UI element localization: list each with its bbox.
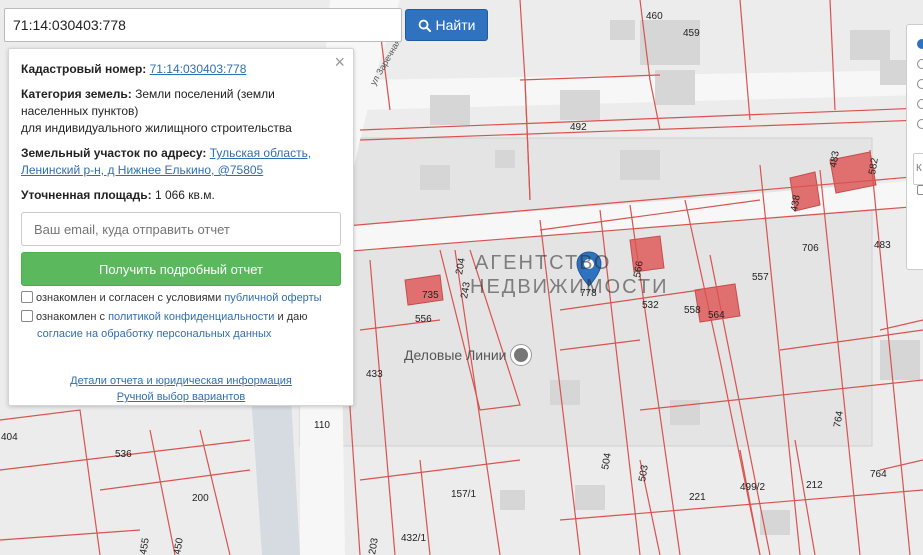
- find-button[interactable]: Найти: [405, 9, 488, 41]
- consent2-mid: и даю: [277, 311, 308, 323]
- get-report-button[interactable]: Получить подробный отчет: [21, 252, 341, 286]
- personal-data-link[interactable]: согласие на обработку персональных данны…: [37, 328, 271, 340]
- plot-number: 459: [683, 28, 700, 39]
- category-label: Категория земель:: [21, 87, 132, 101]
- offer-link[interactable]: публичной оферты: [224, 292, 321, 304]
- layer-filter-input[interactable]: К: [913, 153, 923, 185]
- search-icon: [418, 19, 431, 32]
- layer-radio[interactable]: [917, 79, 923, 89]
- plot-number: 556: [415, 314, 432, 325]
- details-link[interactable]: Детали отчета и юридическая информация: [70, 373, 292, 389]
- category-value-2: населенных пунктов): [21, 104, 139, 118]
- plot-number: 532: [642, 300, 659, 311]
- consent1-text: ознакомлен и согласен с условиями: [36, 292, 222, 304]
- layer-radio[interactable]: [917, 99, 923, 109]
- cadastral-label: Кадастровый номер:: [21, 62, 147, 76]
- plot-number: 404: [1, 432, 18, 443]
- plot-number: 483: [874, 240, 891, 251]
- category-value-3: для индивидуального жилищного строительс…: [21, 121, 292, 135]
- plot-number: 564: [708, 310, 725, 321]
- plot-number: 432/1: [401, 533, 426, 544]
- plot-number: 735: [422, 290, 439, 301]
- poi-icon[interactable]: [511, 345, 531, 365]
- address-link-2[interactable]: Ленинский р-н, д Нижнее Елькино, @75805: [21, 163, 263, 177]
- address-link-1[interactable]: Тульская область,: [210, 146, 311, 160]
- map-marker-icon[interactable]: [576, 251, 602, 287]
- parcel-info-panel: × Кадастровый номер: 71:14:030403:778 Ка…: [8, 48, 354, 406]
- address-label: Земельный участок по адресу:: [21, 146, 207, 160]
- plot-number: 433: [366, 369, 383, 380]
- plot-number: 157/1: [451, 489, 476, 500]
- category-value-1: Земли поселений (земли: [135, 87, 275, 101]
- email-field[interactable]: [21, 212, 341, 246]
- layer-checkbox[interactable]: [917, 185, 923, 195]
- plot-number: 558: [684, 305, 701, 316]
- plot-number: 764: [870, 469, 887, 480]
- offer-checkbox[interactable]: [21, 291, 33, 303]
- privacy-checkbox[interactable]: [21, 310, 33, 322]
- plot-number: 557: [752, 272, 769, 283]
- consent2-text: ознакомлен с: [36, 311, 106, 323]
- layer-radio[interactable]: [917, 59, 923, 69]
- layer-radio[interactable]: [917, 39, 923, 49]
- cadastral-number-link[interactable]: 71:14:030403:778: [150, 62, 247, 76]
- plot-number: 492: [570, 122, 587, 133]
- plot-number: 212: [806, 480, 823, 491]
- find-button-label: Найти: [435, 17, 476, 33]
- layer-radio[interactable]: [917, 119, 923, 129]
- area-label: Уточненная площадь:: [21, 188, 152, 202]
- plot-number: 536: [115, 449, 132, 460]
- layer-selector-panel: К: [906, 24, 923, 270]
- plot-number: 499/2: [740, 482, 765, 493]
- plot-number: 706: [802, 243, 819, 254]
- plot-number: 221: [689, 492, 706, 503]
- privacy-link[interactable]: политикой конфиденциальности: [108, 311, 274, 323]
- manual-selection-link[interactable]: Ручной выбор вариантов: [117, 389, 245, 405]
- cadastral-search-input[interactable]: [4, 8, 402, 42]
- plot-number: 110: [314, 420, 330, 431]
- area-value: 1 066 кв.м.: [154, 188, 215, 202]
- plot-number: 200: [192, 493, 209, 504]
- plot-number: 460: [646, 11, 663, 22]
- poi-label: Деловые Линии: [404, 347, 507, 363]
- plot-number: 778: [580, 288, 597, 299]
- close-icon[interactable]: ×: [334, 53, 345, 71]
